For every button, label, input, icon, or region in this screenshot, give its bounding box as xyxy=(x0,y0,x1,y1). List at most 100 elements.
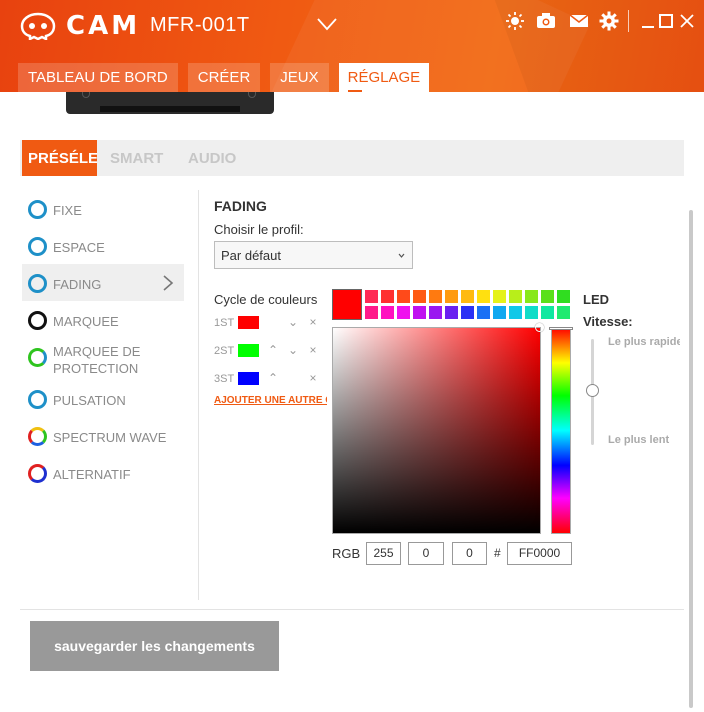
device-image xyxy=(66,92,274,114)
mode-ring-icon xyxy=(28,311,47,330)
mail-icon[interactable] xyxy=(569,11,589,31)
green-input[interactable]: 0 xyxy=(408,542,444,565)
chevron-down-icon[interactable] xyxy=(316,16,338,32)
tab-creer[interactable]: CRÉER xyxy=(187,63,261,92)
hue-slider-handle[interactable] xyxy=(549,327,573,330)
active-tab-indicator xyxy=(347,90,362,92)
mode-item-espace[interactable]: ESPACE xyxy=(22,227,184,264)
gear-icon[interactable] xyxy=(599,11,619,31)
saturation-value-picker[interactable] xyxy=(332,327,541,534)
cycle-index: 3ST xyxy=(214,373,235,385)
cycle-color-swatch[interactable] xyxy=(238,316,259,329)
device-detail xyxy=(100,106,240,112)
tab-tableau-de-bord[interactable]: TABLEAU DE BORD xyxy=(18,63,178,92)
brand-name: CAM xyxy=(66,11,141,41)
palette-swatch[interactable] xyxy=(509,306,522,319)
mode-item-pulsation[interactable]: PULSATION xyxy=(22,380,184,417)
palette-swatch[interactable] xyxy=(557,306,570,319)
palette-swatch[interactable] xyxy=(381,306,394,319)
subtab-audio[interactable]: AUDIO xyxy=(188,140,236,176)
move-down-icon[interactable]: ⌄ xyxy=(286,343,300,357)
mode-label: FIXE xyxy=(53,203,82,218)
color-cycle-row: 2ST ⌃ ⌄ × xyxy=(214,342,324,360)
cycle-color-swatch[interactable] xyxy=(238,344,259,357)
add-color-link[interactable]: AJOUTER UNE AUTRE COULEUR xyxy=(214,395,327,406)
mode-ring-icon xyxy=(28,427,47,446)
palette-swatch[interactable] xyxy=(381,290,394,303)
mode-label: MARQUEE DE PROTECTION xyxy=(53,344,141,376)
mode-item-marquee-protection[interactable]: MARQUEE DE PROTECTION xyxy=(22,338,184,380)
chevron-down-icon xyxy=(398,253,405,258)
palette-swatch[interactable] xyxy=(429,290,442,303)
palette-swatch[interactable] xyxy=(365,290,378,303)
palette-swatch[interactable] xyxy=(525,290,538,303)
palette-swatch[interactable] xyxy=(541,290,554,303)
brightness-icon[interactable] xyxy=(505,11,525,31)
remove-icon[interactable]: × xyxy=(306,371,320,385)
cycle-index: 2ST xyxy=(214,345,235,357)
palette-swatch[interactable] xyxy=(557,290,570,303)
palette-swatch[interactable] xyxy=(525,306,538,319)
cycle-color-swatch[interactable] xyxy=(238,372,259,385)
palette-swatch[interactable] xyxy=(477,306,490,319)
move-up-icon[interactable]: ⌃ xyxy=(266,343,280,357)
minimize-icon[interactable] xyxy=(639,11,659,31)
remove-icon[interactable]: × xyxy=(306,315,320,329)
palette-swatch[interactable] xyxy=(461,290,474,303)
mode-item-marquee[interactable]: MARQUEE xyxy=(22,301,184,338)
palette-swatch[interactable] xyxy=(493,306,506,319)
palette-swatch[interactable] xyxy=(541,306,554,319)
mode-ring-icon xyxy=(28,348,47,367)
profile-label: Choisir le profil: xyxy=(214,222,304,237)
palette-swatch[interactable] xyxy=(397,290,410,303)
blue-input[interactable]: 0 xyxy=(452,542,487,565)
led-title: LED xyxy=(583,292,609,307)
mode-item-spectrum-wave[interactable]: SPECTRUM WAVE xyxy=(22,417,184,454)
device-name[interactable]: MFR-001T xyxy=(150,14,250,37)
color-cycle-label: Cycle de couleurs xyxy=(214,292,318,307)
tab-jeux[interactable]: JEUX xyxy=(270,63,329,92)
remove-icon[interactable]: × xyxy=(306,343,320,357)
logo-icon xyxy=(20,12,56,40)
current-color-swatch xyxy=(332,289,362,320)
save-button[interactable]: sauvegarder les changements xyxy=(30,621,279,671)
palette-swatch[interactable] xyxy=(445,306,458,319)
hex-input[interactable]: FF0000 xyxy=(507,542,572,565)
palette-swatch[interactable] xyxy=(413,306,426,319)
palette-swatch[interactable] xyxy=(429,306,442,319)
palette-swatch[interactable] xyxy=(509,290,522,303)
color-cycle-row: 3ST ⌃ × xyxy=(214,370,324,388)
mode-item-fading[interactable]: FADING xyxy=(22,264,184,301)
sub-tabs: PRÉSÉLE SMART AUDIO xyxy=(20,140,684,176)
speed-label: Vitesse: xyxy=(583,314,633,329)
subtab-preselection[interactable]: PRÉSÉLE xyxy=(22,140,97,176)
move-up-icon[interactable]: ⌃ xyxy=(266,371,280,385)
profile-select[interactable]: Par défaut xyxy=(214,241,413,269)
mode-ring-icon xyxy=(28,200,47,219)
palette-swatch[interactable] xyxy=(445,290,458,303)
mode-item-alternatif[interactable]: ALTERNATIF xyxy=(22,454,184,491)
section-title: FADING xyxy=(214,198,267,214)
scrollbar[interactable] xyxy=(689,210,693,708)
picker-handle[interactable] xyxy=(535,323,544,332)
palette-swatch[interactable] xyxy=(397,306,410,319)
palette-swatch[interactable] xyxy=(413,290,426,303)
hue-slider[interactable] xyxy=(551,327,571,534)
camera-icon[interactable] xyxy=(536,11,556,31)
maximize-icon[interactable] xyxy=(657,11,677,31)
speed-slider-handle[interactable] xyxy=(586,384,599,397)
chevron-right-icon xyxy=(163,275,174,291)
red-input[interactable]: 255 xyxy=(366,542,401,565)
footer-divider xyxy=(20,609,684,610)
palette-swatch[interactable] xyxy=(461,306,474,319)
title-bar: CAM MFR-001T TABLEAU DE BORD CRÉER JEUX … xyxy=(0,0,704,92)
mode-item-fixe[interactable]: FIXE xyxy=(22,190,184,227)
palette-swatch[interactable] xyxy=(477,290,490,303)
palette-swatch[interactable] xyxy=(365,306,378,319)
subtab-smart[interactable]: SMART xyxy=(110,140,163,176)
close-icon[interactable] xyxy=(678,11,698,31)
palette-swatch[interactable] xyxy=(493,290,506,303)
move-down-icon[interactable]: ⌄ xyxy=(286,315,300,329)
speed-fast-label: Le plus rapide xyxy=(608,336,680,348)
tab-reglage[interactable]: RÉGLAGE xyxy=(338,63,430,92)
